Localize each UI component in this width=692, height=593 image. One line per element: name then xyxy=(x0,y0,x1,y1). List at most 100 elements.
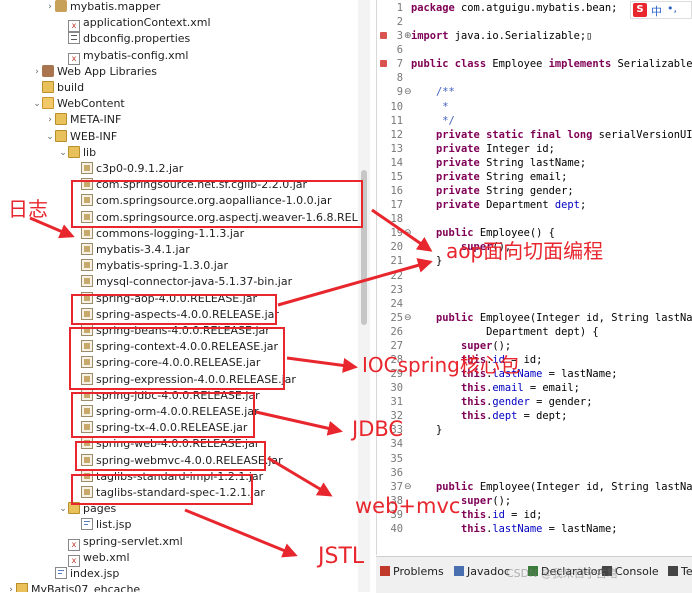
code-line[interactable]: 34 xyxy=(377,437,692,451)
code-text: } xyxy=(411,254,442,268)
bottom-tab[interactable]: Problems xyxy=(380,565,444,578)
tree-item[interactable]: mybatis-spring-1.3.0.jar xyxy=(71,258,228,274)
code-line[interactable]: 24 xyxy=(377,297,692,311)
code-line[interactable]: 40 this.lastName = lastName; xyxy=(377,522,692,536)
line-number: 31 xyxy=(390,396,403,409)
code-line[interactable]: 27 super(); xyxy=(377,339,692,353)
code-field: gender xyxy=(492,396,530,409)
tree-item[interactable]: ⌄ WebContent xyxy=(32,96,125,112)
tree-item[interactable]: ⌄ WEB-INF xyxy=(45,129,117,145)
bottom-tab-label: Console xyxy=(615,565,659,578)
highlight-box-web xyxy=(75,441,266,471)
tree-item[interactable]: applicationContext.xml xyxy=(58,15,211,33)
code-line[interactable]: 26 Department dept) { xyxy=(377,325,692,339)
tree-item[interactable]: › mybatis.mapper xyxy=(45,0,160,15)
tree-item[interactable]: build xyxy=(32,80,84,96)
code-text: this.lastName = lastName; xyxy=(411,522,617,536)
tree-item[interactable]: ⌄ lib xyxy=(58,145,96,161)
code-line[interactable]: 35 xyxy=(377,452,692,466)
expand-right-icon[interactable]: › xyxy=(45,112,55,128)
code-line[interactable]: 12 private static final long serialVersi… xyxy=(377,128,692,142)
tree-item[interactable]: spring-servlet.xml xyxy=(58,534,183,551)
expand-down-icon[interactable]: ⌄ xyxy=(58,145,68,161)
bottom-tab-label: Javadoc xyxy=(467,565,510,578)
code-line[interactable]: 13 private Integer id; xyxy=(377,142,692,156)
code-token: Employee(Integer id, String lastName, St… xyxy=(479,480,692,493)
code-keyword: public xyxy=(411,311,480,324)
code-line[interactable]: 25 ⊖ public Employee(Integer id, String l… xyxy=(377,311,692,325)
code-line[interactable]: 7 public class Employee implements Serial… xyxy=(377,57,692,71)
code-line[interactable]: 36 xyxy=(377,466,692,480)
java-editor[interactable]: 1 package com.atguigu.mybatis.bean; 2 3 ⊕ imp… xyxy=(376,0,692,555)
tree-item-label: META-INF xyxy=(70,113,122,127)
bottom-tab-label: Term xyxy=(681,565,692,578)
annotation-jstl: JSTL xyxy=(318,544,365,569)
code-line[interactable]: 18 xyxy=(377,212,692,226)
tree-item[interactable]: › META-INF xyxy=(45,112,121,128)
code-line[interactable]: 31 this.gender = gender; xyxy=(377,395,692,409)
code-field: email xyxy=(492,382,524,395)
web-folder-icon xyxy=(42,97,54,110)
code-line[interactable]: 14 private String lastName; xyxy=(377,156,692,170)
tree-item[interactable]: dbconfig.properties xyxy=(58,31,190,47)
warning-marker-icon[interactable] xyxy=(380,60,387,68)
code-text: Department dept) { xyxy=(411,325,599,339)
expand-right-icon[interactable]: › xyxy=(6,582,16,592)
tree-item[interactable]: web.xml xyxy=(58,550,130,567)
code-line[interactable]: 32 this.dept = dept; xyxy=(377,409,692,423)
tree-item[interactable]: commons-logging-1.1.3.jar xyxy=(71,226,244,242)
expand-down-icon[interactable]: ⌄ xyxy=(58,501,68,517)
code-line[interactable]: 17 private Department dept; xyxy=(377,198,692,212)
code-text: private String gender; xyxy=(411,184,574,198)
code-line[interactable]: 37 ⊖ public Employee(Integer id, String l… xyxy=(377,480,692,494)
tree-item[interactable]: mybatis-config.xml xyxy=(58,48,188,65)
expand-down-icon[interactable]: ⌄ xyxy=(32,96,42,112)
code-token: Employee(Integer id, String lastName, St… xyxy=(479,311,692,324)
xml-file-icon xyxy=(68,52,80,65)
watermark: CSDN @我来自宁古塔 xyxy=(506,567,618,580)
line-number: 19 xyxy=(390,227,403,240)
code-line[interactable]: 6 xyxy=(377,43,692,57)
code-line[interactable]: 16 private String gender; xyxy=(377,184,692,198)
tree-item[interactable]: › MyBatis07_ehcache xyxy=(6,582,140,592)
code-line[interactable]: 11 */ xyxy=(377,114,692,128)
tree-item[interactable]: mybatis-3.4.1.jar xyxy=(71,242,190,258)
code-token: ; xyxy=(579,199,587,212)
bottom-tab[interactable]: Term xyxy=(668,565,692,578)
tree-item[interactable]: list.jsp xyxy=(71,517,131,533)
bottom-tab[interactable]: Javadoc xyxy=(454,565,510,578)
code-line[interactable]: 9 ⊖ /** xyxy=(377,85,692,99)
xml-file-icon xyxy=(68,554,80,567)
code-line[interactable]: 15 private String email; xyxy=(377,170,692,184)
line-number: 12 xyxy=(390,128,403,141)
code-token: Employee xyxy=(492,58,549,71)
tree-item[interactable]: index.jsp xyxy=(45,566,119,582)
warning-marker-icon[interactable] xyxy=(380,32,387,40)
expand-down-icon[interactable]: ⌄ xyxy=(45,129,55,145)
code-line[interactable]: 22 xyxy=(377,269,692,283)
code-line[interactable]: 3 ⊕ import java.io.Serializable;▯ xyxy=(377,29,692,43)
expand-right-icon[interactable]: › xyxy=(45,0,55,15)
code-line[interactable]: 33 } xyxy=(377,423,692,437)
expand-right-icon[interactable]: › xyxy=(32,64,42,80)
code-token: serialVersionUID = 1L; xyxy=(598,128,692,141)
tree-item-label: lib xyxy=(83,145,97,159)
line-number: 27 xyxy=(390,339,403,352)
ime-indicator[interactable]: S 中 •, xyxy=(630,1,692,19)
line-number: 10 xyxy=(390,100,403,113)
project-icon xyxy=(16,583,28,592)
jar-icon xyxy=(81,226,93,239)
code-line[interactable]: 23 xyxy=(377,283,692,297)
code-line[interactable]: 10 * xyxy=(377,100,692,114)
tree-item[interactable]: c3p0-0.9.1.2.jar xyxy=(71,161,183,177)
tree-item-label: spring-servlet.xml xyxy=(83,534,183,548)
tree-item-label: Web App Libraries xyxy=(57,64,157,78)
code-comment: /** xyxy=(411,86,455,99)
terminal-icon xyxy=(668,566,678,576)
line-number: 30 xyxy=(390,382,403,395)
tree-item[interactable]: mysql-connector-java-5.1.37-bin.jar xyxy=(71,274,292,290)
code-line[interactable]: 8 xyxy=(377,71,692,85)
tree-item[interactable]: › Web App Libraries xyxy=(32,64,157,80)
highlight-box-spring-aop xyxy=(71,294,277,325)
code-line[interactable]: 30 this.email = email; xyxy=(377,381,692,395)
